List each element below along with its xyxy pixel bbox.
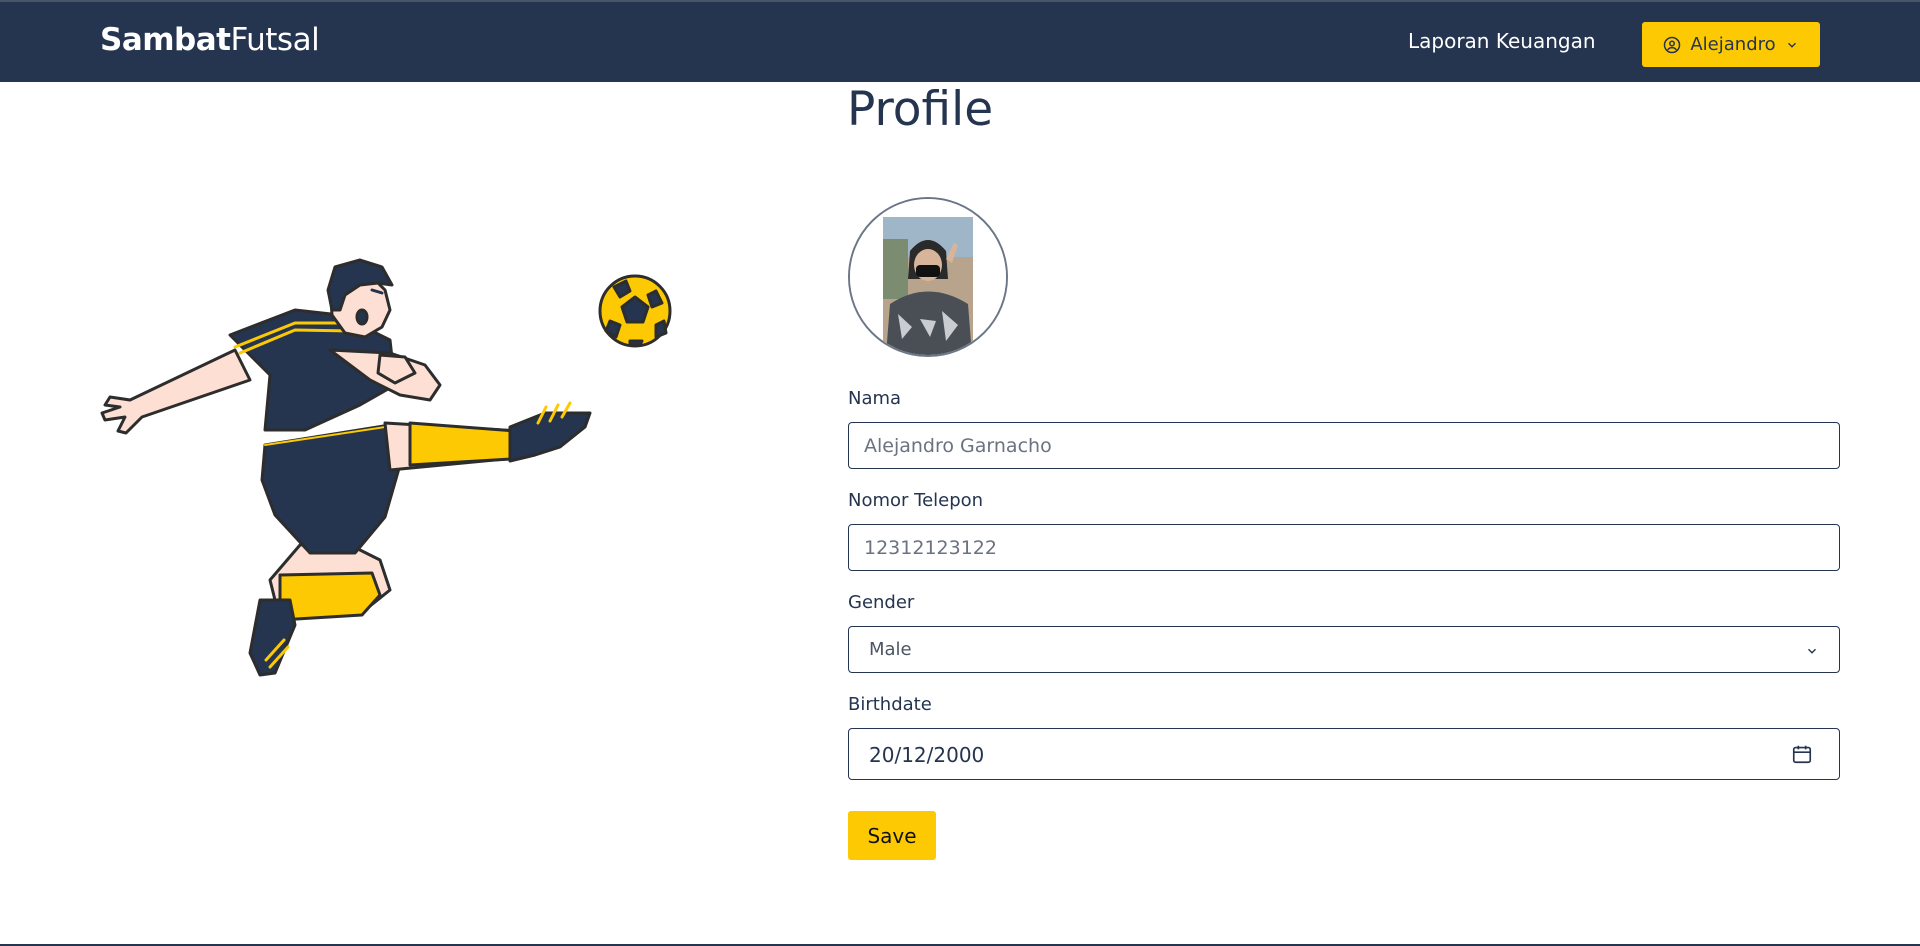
nav-link-laporan-keuangan[interactable]: Laporan Keuangan xyxy=(1408,29,1596,53)
name-input[interactable] xyxy=(848,422,1840,469)
calendar-icon[interactable] xyxy=(1791,743,1813,769)
football-player-illustration xyxy=(90,255,690,695)
phone-label: Nomor Telepon xyxy=(848,490,984,511)
user-menu-label: Alejandro xyxy=(1690,34,1776,55)
user-menu-button[interactable]: Alejandro xyxy=(1642,22,1820,67)
brand-light: Futsal xyxy=(230,22,320,58)
profile-avatar[interactable] xyxy=(848,197,1008,357)
navbar: SambatFutsal Laporan Keuangan Alejandro xyxy=(0,0,1920,82)
phone-input[interactable] xyxy=(848,524,1840,571)
brand-bold: Sambat xyxy=(100,22,231,58)
page-title: Profile xyxy=(847,82,994,137)
gender-selected-value: Male xyxy=(869,639,912,660)
save-button[interactable]: Save xyxy=(848,811,936,860)
chevron-down-icon xyxy=(1785,38,1799,52)
birthdate-input[interactable]: 20/12/2000 xyxy=(848,728,1840,780)
gender-select[interactable]: Male xyxy=(848,626,1840,673)
name-label: Nama xyxy=(848,388,902,409)
user-circle-icon xyxy=(1663,36,1681,54)
brand-logo[interactable]: SambatFutsal xyxy=(100,22,320,58)
birthdate-label: Birthdate xyxy=(848,694,932,715)
birthdate-value: 20/12/2000 xyxy=(869,743,985,767)
gender-label: Gender xyxy=(848,592,915,613)
chevron-down-icon xyxy=(1805,643,1819,662)
